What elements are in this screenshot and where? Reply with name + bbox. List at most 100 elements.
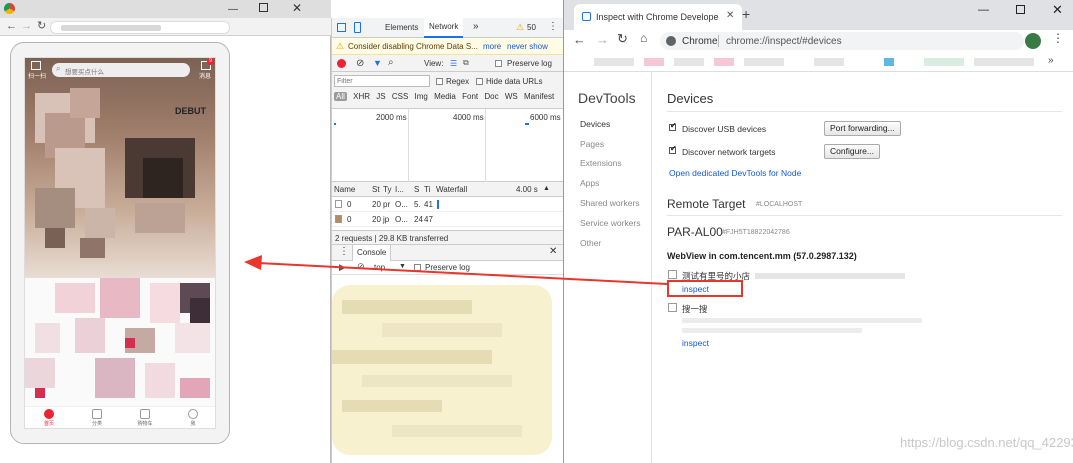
row-time: 47 bbox=[424, 215, 433, 224]
sidebar-item-apps[interactable]: Apps bbox=[580, 178, 599, 188]
port-forwarding-button[interactable]: Port forwarding... bbox=[824, 121, 901, 136]
menu-icon[interactable]: ⋮ bbox=[1052, 31, 1064, 45]
more-bookmarks-icon[interactable]: » bbox=[1048, 55, 1054, 66]
tab-console[interactable]: Console bbox=[352, 245, 392, 261]
type-filter-all[interactable]: All bbox=[334, 92, 347, 101]
sidebar-item-devices[interactable]: Devices bbox=[580, 119, 610, 129]
phone-tab-cart[interactable]: 购物车 bbox=[126, 409, 164, 428]
discover-network-label: Discover network targets bbox=[682, 147, 776, 157]
minimize-icon[interactable]: — bbox=[978, 4, 989, 16]
close-icon[interactable]: ✕ bbox=[1052, 2, 1063, 18]
table-row[interactable]: 0 20 pr O... 5. 41 bbox=[332, 197, 563, 212]
address-bar[interactable]: Chrome chrome://inspect/#devices bbox=[660, 32, 1024, 50]
scan-icon[interactable] bbox=[31, 61, 41, 70]
tab-network[interactable]: Network bbox=[424, 18, 464, 38]
left-omnibox[interactable] bbox=[50, 21, 230, 34]
clear-icon[interactable]: ⊘ bbox=[356, 58, 364, 69]
more-tabs-icon[interactable]: » bbox=[473, 21, 479, 32]
forward-icon[interactable]: → bbox=[21, 20, 32, 32]
device-toolbar-icon[interactable] bbox=[354, 22, 361, 33]
network-summary: 2 requests | 29.8 KB transferred bbox=[335, 234, 449, 243]
phone-search-bar[interactable]: ⌕ 想要买点什么 bbox=[52, 63, 190, 77]
back-icon[interactable]: ← bbox=[6, 20, 17, 32]
forward-icon[interactable]: → bbox=[596, 32, 609, 47]
table-header: Name St Ty I... S Ti Waterfall 4.00 s ▲ bbox=[332, 182, 563, 197]
phone-hero-banner[interactable]: DEBUT 扫一扫 ⌕ 想要买点什么 9 消息 bbox=[25, 58, 215, 278]
tab-close-icon[interactable]: ✕ bbox=[726, 10, 734, 21]
type-filter-media[interactable]: Media bbox=[434, 92, 456, 101]
remote-target-heading: Remote Target bbox=[667, 197, 746, 211]
column-header[interactable]: S bbox=[414, 185, 419, 194]
devtools-menu-icon[interactable]: ⋮ bbox=[548, 21, 558, 32]
preserve-log-checkbox[interactable] bbox=[495, 60, 502, 67]
open-node-devtools-link[interactable]: Open dedicated DevTools for Node bbox=[669, 168, 801, 178]
tab-inspect[interactable]: Inspect with Chrome Develope ✕ bbox=[574, 4, 742, 30]
profile-avatar[interactable] bbox=[1025, 33, 1041, 49]
inspect-link[interactable]: inspect bbox=[682, 338, 709, 348]
warning-never-link[interactable]: never show bbox=[507, 42, 548, 51]
configure-button[interactable]: Configure... bbox=[824, 144, 880, 159]
type-filter-css[interactable]: CSS bbox=[392, 92, 408, 101]
left-title-bar: — ✕ bbox=[0, 0, 331, 18]
large-rows-icon[interactable]: ☰ bbox=[450, 59, 457, 68]
type-filter-font[interactable]: Font bbox=[462, 92, 478, 101]
hide-data-urls-checkbox[interactable] bbox=[476, 78, 483, 85]
reload-icon[interactable]: ↻ bbox=[617, 31, 628, 47]
type-filter-manifest[interactable]: Manifest bbox=[524, 92, 554, 101]
type-filter-js[interactable]: JS bbox=[376, 92, 385, 101]
phone-tab-category[interactable]: 分类 bbox=[78, 409, 116, 428]
minimize-icon[interactable]: — bbox=[228, 4, 238, 15]
sidebar-item-extensions[interactable]: Extensions bbox=[580, 158, 622, 168]
sidebar-item-service-workers[interactable]: Service workers bbox=[580, 218, 640, 228]
home-icon[interactable]: ⌂ bbox=[640, 31, 647, 45]
tab-elements[interactable]: Elements bbox=[380, 18, 423, 38]
maximize-icon[interactable] bbox=[259, 3, 268, 12]
console-preserve-checkbox[interactable] bbox=[414, 264, 421, 271]
column-header[interactable]: Name bbox=[334, 185, 355, 194]
timeline-tick: 4000 ms bbox=[453, 113, 484, 122]
console-output-blurred[interactable] bbox=[332, 275, 563, 463]
close-icon[interactable]: ✕ bbox=[292, 1, 302, 15]
drawer-menu-icon[interactable]: ⋮ bbox=[339, 246, 349, 257]
warning-icon[interactable]: ⚠ bbox=[516, 22, 524, 33]
phone-tab-me[interactable]: 我 bbox=[174, 409, 212, 428]
devices-divider bbox=[667, 111, 1062, 112]
timeline-bar bbox=[525, 123, 529, 125]
console-clear-icon[interactable]: ⊘ bbox=[357, 261, 365, 272]
overview-icon[interactable]: ⧉ bbox=[463, 58, 469, 68]
maximize-icon[interactable] bbox=[1016, 5, 1025, 14]
inspect-element-icon[interactable] bbox=[337, 23, 346, 32]
checkmark-icon: ✔ bbox=[670, 121, 677, 130]
table-row[interactable]: 0 20 jp O... 24 47 bbox=[332, 212, 563, 227]
console-show-sidebar-icon[interactable]: ▶ bbox=[339, 262, 346, 273]
warning-more-link[interactable]: more bbox=[483, 42, 501, 51]
column-header[interactable]: Ti bbox=[424, 185, 430, 194]
phone-screen[interactable]: DEBUT 扫一扫 ⌕ 想要买点什么 9 消息 首页 分类 购物车 我 bbox=[24, 57, 216, 429]
record-icon[interactable] bbox=[337, 59, 346, 68]
console-toolbar: ▶ ⊘ top ▼ Preserve log bbox=[332, 261, 563, 275]
reload-icon[interactable]: ↻ bbox=[37, 19, 46, 32]
regex-checkbox[interactable] bbox=[436, 78, 443, 85]
sidebar-item-pages[interactable]: Pages bbox=[580, 139, 604, 149]
close-drawer-icon[interactable]: ✕ bbox=[549, 246, 557, 257]
type-filter-xhr[interactable]: XHR bbox=[353, 92, 370, 101]
back-icon[interactable]: ← bbox=[573, 32, 586, 47]
phone-tab-home[interactable]: 首页 bbox=[30, 409, 68, 428]
sidebar-item-shared-workers[interactable]: Shared workers bbox=[580, 198, 640, 208]
column-header[interactable]: I... bbox=[395, 185, 404, 194]
network-overview[interactable]: 2000 ms 4000 ms 6000 ms bbox=[332, 109, 563, 182]
type-filter-doc[interactable]: Doc bbox=[484, 92, 498, 101]
type-filter-img[interactable]: Img bbox=[415, 92, 428, 101]
product-grid[interactable] bbox=[25, 278, 215, 406]
column-header[interactable]: St bbox=[372, 185, 380, 194]
sidebar-item-other[interactable]: Other bbox=[580, 238, 601, 248]
new-tab-icon[interactable]: + bbox=[742, 6, 750, 22]
filter-icon[interactable]: ▼ bbox=[373, 58, 382, 68]
column-header[interactable]: Waterfall bbox=[436, 185, 467, 194]
search-icon[interactable]: ⌕ bbox=[388, 57, 394, 68]
filter-input[interactable] bbox=[334, 75, 430, 87]
column-header[interactable]: Ty bbox=[383, 185, 391, 194]
type-filter-ws[interactable]: WS bbox=[505, 92, 518, 101]
page-title: Devices bbox=[667, 91, 714, 106]
context-select[interactable]: top bbox=[374, 263, 385, 272]
